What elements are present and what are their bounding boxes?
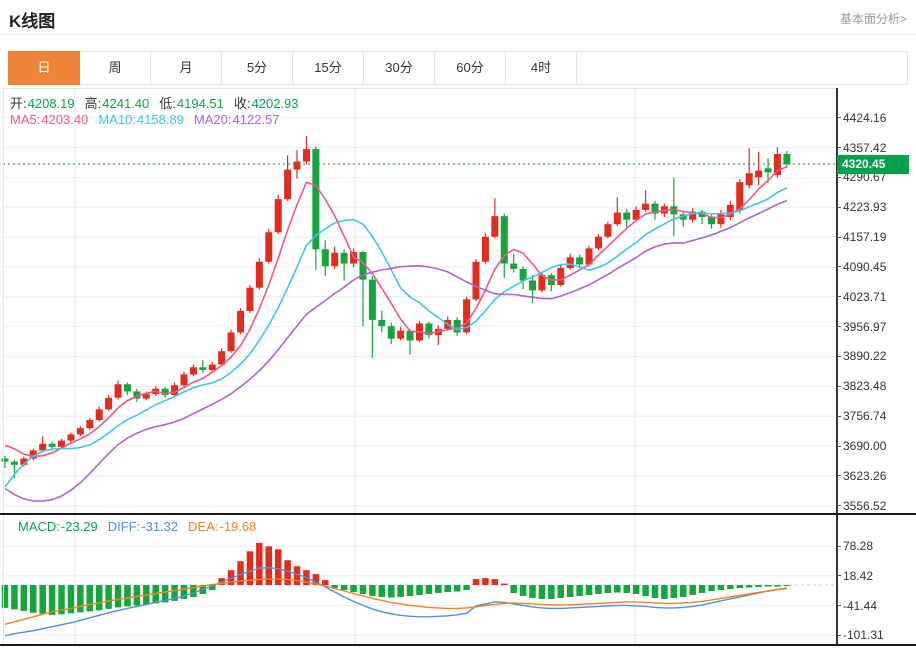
macd-row-item: DEA:-19.68 <box>188 519 257 534</box>
panel-separator <box>0 513 916 515</box>
tab-月[interactable]: 月 <box>151 51 222 85</box>
tab-bar-filler <box>577 51 908 85</box>
y-axis-tick: 4223.93 <box>843 200 887 215</box>
header-divider <box>0 34 916 35</box>
axis-tick-mark <box>836 355 841 357</box>
page-title: K线图 <box>9 12 56 31</box>
axis-tick-mark <box>836 605 841 607</box>
ohlc-row-item: 高:4241.40 <box>84 96 150 111</box>
chart-left-border <box>3 88 4 644</box>
chart-area: 开:4208.19 高:4241.40 低:4194.51 收:4202.93 MA5… <box>0 88 916 649</box>
current-price-marker: 4320.45 <box>837 154 909 174</box>
y-axis-tick: 4357.42 <box>843 140 887 155</box>
y-axis-tick: 3690.00 <box>843 439 887 453</box>
kline-app: K线图 基本面分析> 日周月 5分 15分 30分 60分 4时 开:4208.19 高:4… <box>0 0 916 649</box>
axis-tick-mark <box>836 296 841 298</box>
y-axis-tick: -41.44 <box>843 598 878 613</box>
ohlc-readout: 开:4208.19 高:4241.40 低:4194.51 收:4202.93 <box>10 93 309 112</box>
y-axis-tick: 3556.52 <box>843 498 887 513</box>
axis-tick-mark <box>836 326 841 328</box>
chart-top-border <box>3 88 836 89</box>
y-axis-tick: 3956.97 <box>843 319 887 334</box>
macd-readout: MACD:-23.29 DIFF:-31.32 DEA:-19.68 <box>18 519 266 534</box>
axis-tick-mark <box>836 445 841 447</box>
y-axis-tick: 3890.22 <box>843 349 887 364</box>
tab-周[interactable]: 周 <box>80 51 151 85</box>
main-chart[interactable] <box>0 88 836 514</box>
tab-15分[interactable]: 15分 <box>293 51 364 85</box>
axis-tick-mark <box>836 634 841 636</box>
ohlc-row-item: 开:4208.19 <box>10 96 75 111</box>
y-axis-tick: 4424.16 <box>843 110 887 125</box>
tab-4时[interactable]: 4时 <box>506 51 577 85</box>
axis-tick-mark <box>836 117 841 119</box>
axis-tick-mark <box>836 575 841 577</box>
bottom-border <box>0 644 916 646</box>
ohlc-row-item: 收:4202.93 <box>233 96 299 111</box>
macd-row-item: DIFF:-31.32 <box>107 519 179 534</box>
tab-30分[interactable]: 30分 <box>364 51 435 85</box>
axis-tick-mark <box>836 176 841 178</box>
axis-tick-mark <box>836 475 841 477</box>
y-axis-tick: 18.42 <box>843 568 874 583</box>
y-axis-tick: 78.28 <box>843 539 874 554</box>
ma-readout: MA5:4203.40 MA10:4158.89 MA20:4122.57 <box>10 112 290 127</box>
tab-60分[interactable]: 60分 <box>435 51 506 85</box>
axis-tick-mark <box>836 206 841 208</box>
y-axis-tick: 4090.45 <box>843 259 887 274</box>
y-axis-tick: 3823.48 <box>843 379 887 394</box>
ma-row-item: MA5:4203.40 <box>10 112 89 127</box>
axis-tick-mark <box>836 236 841 238</box>
ohlc-row-item: 低:4194.51 <box>159 96 224 111</box>
axis-tick-mark <box>836 415 841 417</box>
axis-tick-mark <box>836 545 841 547</box>
y-axis-tick: -101.31 <box>843 628 884 643</box>
macd-row-item: MACD:-23.29 <box>18 519 98 534</box>
axis-tick-mark <box>836 147 841 149</box>
axis-tick-mark <box>836 505 841 507</box>
tab-5分[interactable]: 5分 <box>222 51 293 85</box>
tab-bar: 日周月 5分 15分 30分 60分 4时 <box>8 51 908 85</box>
y-axis-tick: 4157.19 <box>843 230 887 245</box>
y-axis-tick: 3623.26 <box>843 468 887 483</box>
axis-tick-mark <box>836 385 841 387</box>
ma-row-item: MA20:4122.57 <box>193 112 280 127</box>
axis-tick-mark <box>836 266 841 268</box>
tab-日[interactable]: 日 <box>8 51 80 85</box>
ma-row-item: MA10:4158.89 <box>98 112 184 127</box>
y-axis-tick: 4023.71 <box>843 289 887 304</box>
analysis-link[interactable]: 基本面分析> <box>840 10 907 27</box>
y-axis-tick: 3756.74 <box>843 409 887 424</box>
